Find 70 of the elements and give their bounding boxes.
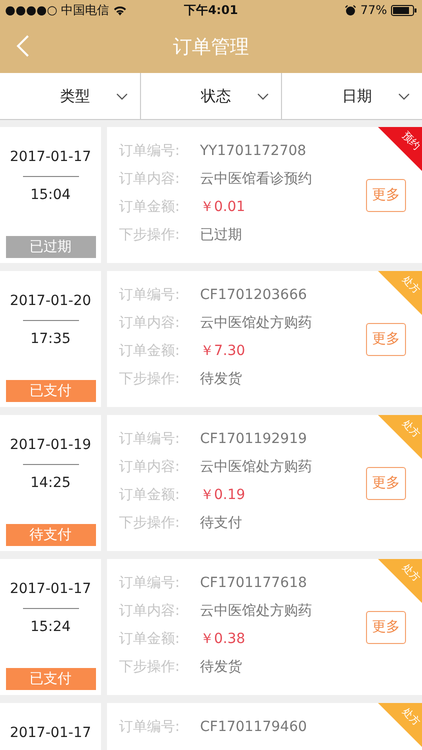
wifi-icon xyxy=(113,4,128,16)
field-label: 下步操作: xyxy=(119,514,181,532)
more-button[interactable]: 更多 xyxy=(366,466,406,500)
order-date: 2017-01-20 xyxy=(10,293,92,309)
field-label: 下步操作: xyxy=(119,658,181,676)
page-title: 订单管理 xyxy=(173,34,249,60)
caret-icon xyxy=(257,92,269,100)
field-label: 订单内容: xyxy=(119,170,181,188)
caret-icon xyxy=(398,92,410,100)
battery-icon xyxy=(391,4,417,16)
order-time: 15:04 xyxy=(30,187,71,203)
order-time: 17:35 xyxy=(30,331,71,347)
field-label: 订单金额: xyxy=(119,630,181,648)
field-label: 订单编号: xyxy=(119,142,181,160)
field-label: 订单金额: xyxy=(119,198,181,216)
field-label: 订单编号: xyxy=(119,286,181,304)
field-value: 云中医馆看诊预约 xyxy=(200,170,312,188)
field-value: 待发货 xyxy=(200,370,242,388)
field-value: 待发货 xyxy=(200,658,242,676)
status-tag: 已过期 xyxy=(6,236,96,258)
status-tag: 待支付 xyxy=(6,524,96,546)
alarm-icon xyxy=(345,4,356,16)
field-label: 订单内容: xyxy=(119,314,181,332)
field-label: 订单内容: xyxy=(119,458,181,476)
field-value: 云中医馆处方购药 xyxy=(200,602,312,620)
corner-badge: 处方 xyxy=(378,415,422,459)
corner-badge: 处方 xyxy=(378,703,422,747)
field-label: 订单编号: xyxy=(119,718,181,736)
field-value: 待支付 xyxy=(200,514,242,532)
corner-badge: 处方 xyxy=(378,271,422,315)
more-button[interactable]: 更多 xyxy=(366,178,406,212)
field-label: 订单编号: xyxy=(119,574,181,592)
field-value: CF1701192919 xyxy=(200,431,307,447)
order-date: 2017-01-17 xyxy=(10,581,92,597)
field-value: CF1701179460 xyxy=(200,719,307,735)
field-value: 云中医馆处方购药 xyxy=(200,314,312,332)
filter-dropdown[interactable]: 日期 xyxy=(281,73,422,119)
order-date: 2017-01-19 xyxy=(10,437,92,453)
status-tag: 已支付 xyxy=(6,380,96,402)
field-value: ￥7.30 xyxy=(200,342,246,360)
battery-text: 77% xyxy=(360,3,387,17)
order-time: 14:25 xyxy=(30,475,71,491)
corner-badge: 预约 xyxy=(378,127,422,171)
corner-badge: 处方 xyxy=(378,559,422,603)
status-tag: 已支付 xyxy=(6,668,96,690)
field-value: YY1701172708 xyxy=(200,143,306,159)
field-label: 订单金额: xyxy=(119,342,181,360)
field-value: 云中医馆处方购药 xyxy=(200,458,312,476)
field-label: 下步操作: xyxy=(119,226,181,244)
field-value: CF1701203666 xyxy=(200,287,307,303)
clock-text: 下午4:01 xyxy=(184,2,238,18)
field-label: 订单编号: xyxy=(119,430,181,448)
field-value: ￥0.19 xyxy=(200,486,246,504)
field-label: 订单金额: xyxy=(119,486,181,504)
more-button[interactable]: 更多 xyxy=(366,322,406,356)
field-value: CF1701177618 xyxy=(200,575,307,591)
order-date: 2017-01-17 xyxy=(10,725,92,741)
field-value: ￥0.38 xyxy=(200,630,246,648)
field-label: 订单内容: xyxy=(119,602,181,620)
filter-dropdown[interactable]: 类型 xyxy=(0,73,140,119)
order-date: 2017-01-17 xyxy=(10,149,92,165)
carrier-text: ●●●●○ 中国电信 xyxy=(5,2,110,18)
field-value: ￥0.01 xyxy=(200,198,246,216)
more-button[interactable]: 更多 xyxy=(366,610,406,644)
filter-dropdown[interactable]: 状态 xyxy=(140,73,281,119)
field-value: 已过期 xyxy=(200,226,242,244)
caret-icon xyxy=(116,92,128,100)
order-time: 15:24 xyxy=(30,619,71,635)
back-icon[interactable] xyxy=(16,35,30,57)
field-label: 下步操作: xyxy=(119,370,181,388)
